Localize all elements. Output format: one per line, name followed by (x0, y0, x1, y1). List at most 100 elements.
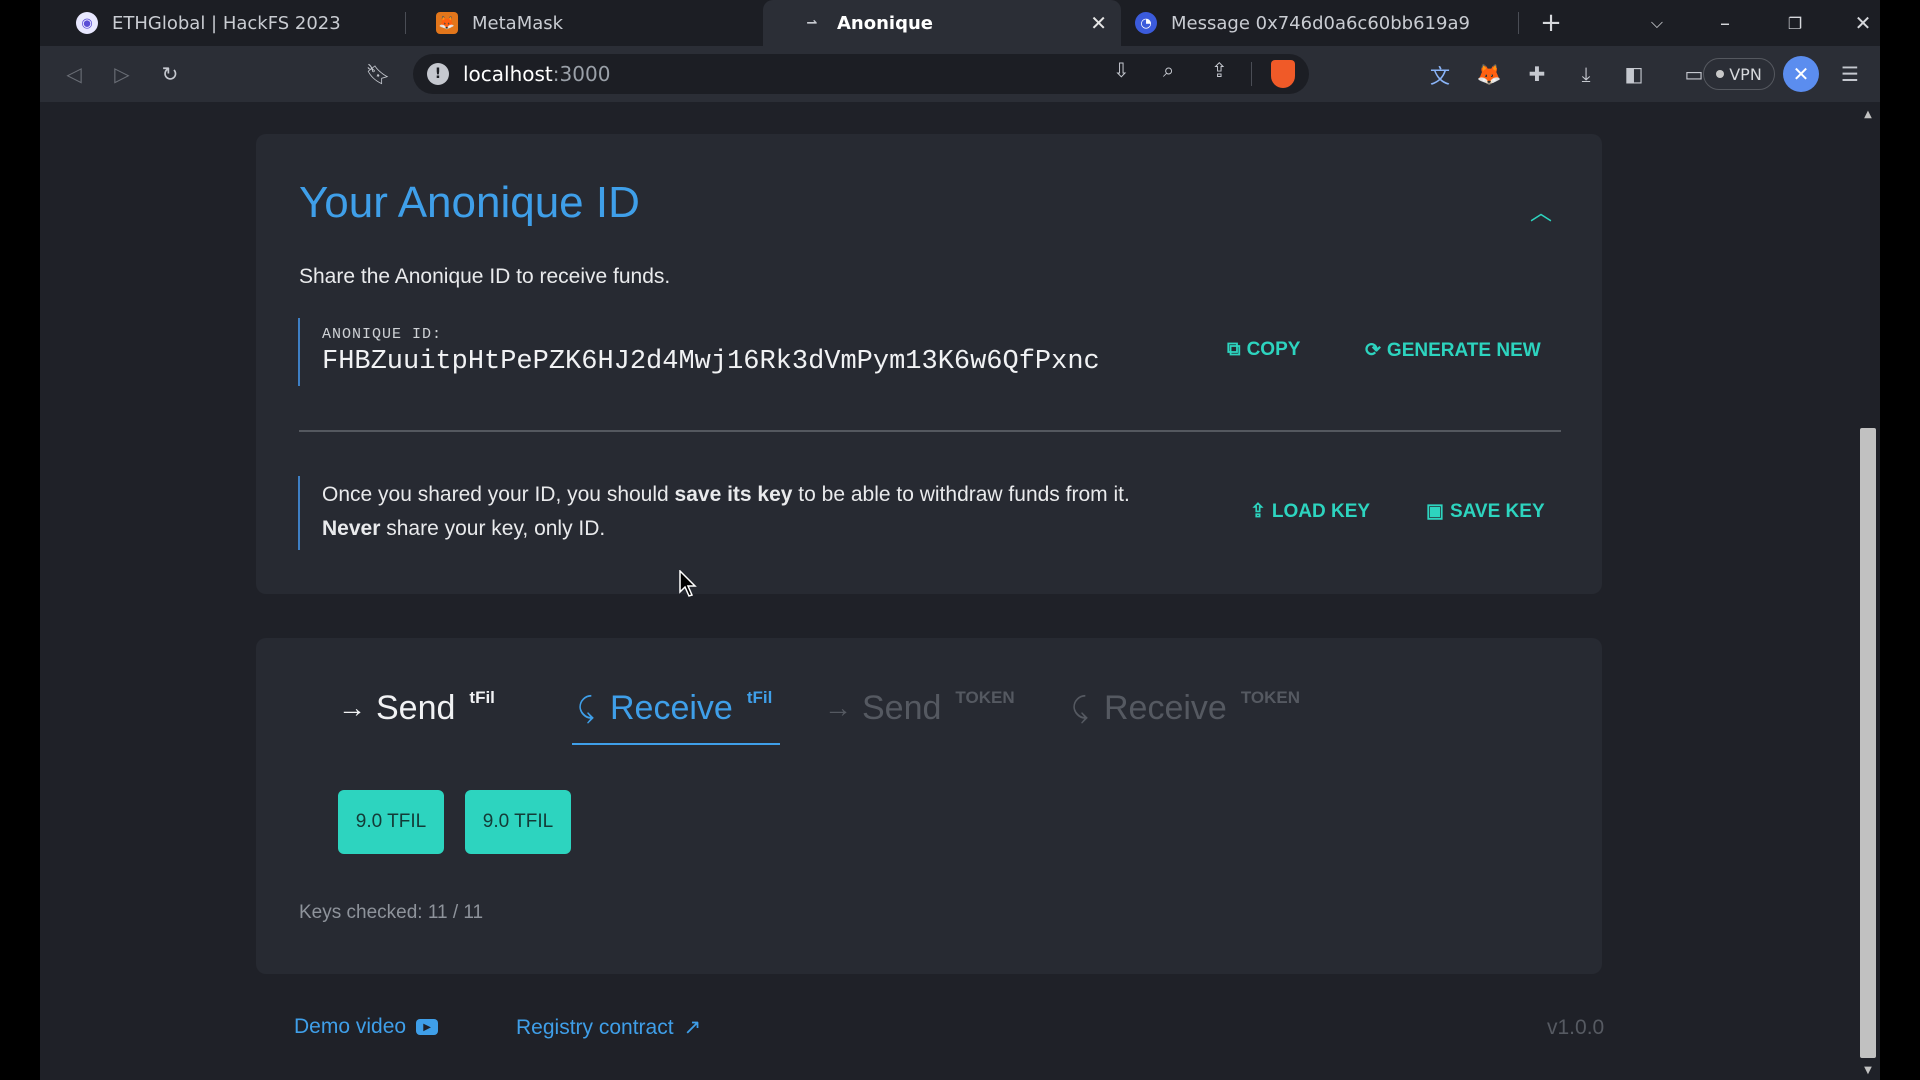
tab-message[interactable]: ◔ Message 0x746d0a6c60bb619a97192 (1121, 0, 1516, 46)
window-close-icon[interactable]: ✕ (1840, 0, 1886, 46)
reload-icon[interactable]: ↻ (154, 58, 186, 90)
share-icon[interactable]: ⇪ (1211, 58, 1228, 82)
menu-icon[interactable]: ☰ (1834, 58, 1866, 90)
tab-title: ETHGlobal | HackFS 2023 (112, 12, 341, 34)
tab-title: Message 0x746d0a6c60bb619a97192 (1171, 12, 1471, 34)
tab-send-token[interactable]: → Send TOKEN (822, 678, 1015, 738)
tab-separator (405, 12, 406, 34)
bookmark-icon[interactable]: 🔖︎ (362, 58, 394, 90)
youtube-icon: ▶ (416, 1019, 439, 1035)
vpn-button[interactable]: VPN (1703, 58, 1775, 90)
tab-sup: TOKEN (1240, 688, 1301, 707)
arrow-right-icon: → (824, 692, 852, 723)
demo-video-link[interactable]: Demo video ▶ (294, 1015, 439, 1039)
metamask-fox-icon: 🦊 (436, 12, 458, 34)
browser-toolbar: ◁ ▷ ↻ 🔖︎ ! localhost:3000 ⇩ ⌕ ⇪ 文 🦊 ✚ ⤓ … (40, 46, 1880, 102)
forward-icon[interactable]: ▷ (106, 58, 138, 90)
tab-title: Anonique (837, 12, 934, 34)
divider (299, 430, 1561, 432)
tab-label: Send (862, 688, 942, 727)
save-key-button[interactable]: ▣ SAVE KEY (1426, 500, 1545, 523)
back-icon[interactable]: ◁ (58, 58, 90, 90)
active-tab-underline (572, 743, 780, 745)
metamask-extension-icon[interactable]: 🦊 (1473, 58, 1505, 90)
tab-title: MetaMask (472, 12, 564, 34)
vpn-status-dot (1716, 70, 1725, 78)
copy-button[interactable]: ⧉ COPY (1227, 339, 1300, 361)
registry-contract-link[interactable]: Registry contract ↗ (516, 1015, 701, 1040)
notice-accent-bar (298, 476, 300, 550)
restore-icon[interactable]: ❐ (1772, 0, 1818, 46)
notice-text: to be able to withdraw funds from it. (792, 483, 1130, 506)
notice-bold-text: Never (322, 517, 381, 540)
url-host: localhost (463, 62, 553, 86)
registry-contract-label: Registry contract (516, 1015, 674, 1039)
arrow-right-icon: → (338, 692, 366, 723)
scroll-down-icon[interactable]: ▼ (1860, 1062, 1876, 1078)
url-port: :3000 (552, 62, 611, 86)
generate-label: GENERATE NEW (1386, 339, 1541, 361)
page-title: Your Anonique ID (299, 178, 640, 227)
tab-label: Receive (610, 688, 733, 727)
id-accent-bar (298, 318, 300, 386)
id-label: ANONIQUE ID: (322, 326, 443, 343)
tab-separator (1518, 12, 1519, 34)
notice-bold-text: save its key (674, 483, 793, 506)
scrollbar-thumb[interactable] (1860, 428, 1876, 1058)
save-key-label: SAVE KEY (1449, 500, 1545, 522)
sidebar-icon[interactable]: ◧ (1618, 58, 1650, 90)
scroll-up-icon[interactable]: ▲ (1860, 106, 1876, 122)
version-label: v1.0.0 (1547, 1016, 1605, 1039)
tab-list-chevron-icon[interactable]: ⌵ (1634, 0, 1680, 46)
tab-sup: TOKEN (955, 688, 1015, 707)
external-link-arrow-icon: ↗ (683, 1016, 702, 1039)
tab-send-tfil[interactable]: → Send tFil (336, 678, 495, 738)
ethglobal-icon: ◉ (76, 12, 98, 34)
keys-checked-status: Keys checked: 11 / 11 (299, 902, 484, 923)
generate-new-button[interactable]: ⟳ GENERATE NEW (1365, 339, 1541, 362)
balance-badge[interactable]: 9.0 TFIL (338, 790, 444, 854)
message-icon: ◔ (1135, 12, 1157, 34)
anonique-id-value: FHBZuuitpHtPePZK6HJ2d4Mwj16Rk3dVmPym13K6… (322, 347, 1100, 377)
address-bar[interactable]: ! localhost:3000 ⇩ ⌕ ⇪ (413, 54, 1309, 94)
arrow-receive-icon: ⤹ (1071, 691, 1089, 723)
tab-receive-token[interactable]: ⤹ Receive TOKEN (1064, 678, 1300, 738)
collapse-chevron-up-icon[interactable]: ︿ (1526, 196, 1556, 226)
downloads-icon[interactable]: ⤓ (1570, 58, 1602, 90)
new-tab-plus-icon[interactable]: + (1528, 0, 1574, 46)
info-icon[interactable]: ! (427, 63, 449, 85)
load-key-label: LOAD KEY (1271, 500, 1371, 522)
tab-anonique[interactable]: ⇀ Anonique ✕ (763, 0, 1121, 46)
vpn-label: VPN (1729, 64, 1762, 84)
tab-sup: tFil (746, 688, 773, 707)
load-key-button[interactable]: ⇪ LOAD KEY (1250, 500, 1370, 523)
profile-avatar[interactable]: ✕ (1783, 56, 1819, 92)
id-subtitle: Share the Anonique ID to receive funds. (299, 265, 671, 288)
tab-ethglobal[interactable]: ◉ ETHGlobal | HackFS 2023 (58, 0, 418, 46)
install-app-icon[interactable]: ⇩ (1113, 58, 1130, 82)
translate-icon[interactable]: 文 (1424, 58, 1456, 90)
refresh-icon: ⟳ (1365, 340, 1381, 361)
brave-shield-icon[interactable] (1271, 60, 1295, 88)
mouse-cursor-icon (679, 570, 697, 597)
tab-sup: tFil (469, 688, 495, 707)
notice-text: share your key, only ID. (380, 517, 606, 540)
extensions-puzzle-icon[interactable]: ✚ (1521, 58, 1553, 90)
arrow-receive-icon: ⤹ (577, 691, 595, 723)
tab-receive-tfil[interactable]: ⤹ Receive tFil (570, 678, 773, 738)
floppy-disk-icon: ▣ (1426, 501, 1444, 522)
copy-icon: ⧉ (1227, 339, 1241, 360)
url-text: localhost:3000 (463, 62, 610, 86)
zoom-icon[interactable]: ⌕ (1163, 58, 1174, 82)
minimize-icon[interactable]: – (1702, 0, 1748, 46)
tab-metamask[interactable]: 🦊 MetaMask (418, 0, 790, 46)
tab-label: Receive (1104, 688, 1227, 727)
close-icon[interactable]: ✕ (1090, 11, 1107, 35)
copy-label: COPY (1246, 339, 1301, 360)
divider (1251, 62, 1252, 86)
upload-icon: ⇪ (1250, 501, 1266, 522)
tab-strip: ◉ ETHGlobal | HackFS 2023 🦊 MetaMask ⇀ A… (40, 0, 1880, 46)
balance-badge[interactable]: 9.0 TFIL (465, 790, 571, 854)
tab-label: Send (376, 688, 456, 727)
notice-text: Once you shared your ID, you should (322, 483, 675, 506)
